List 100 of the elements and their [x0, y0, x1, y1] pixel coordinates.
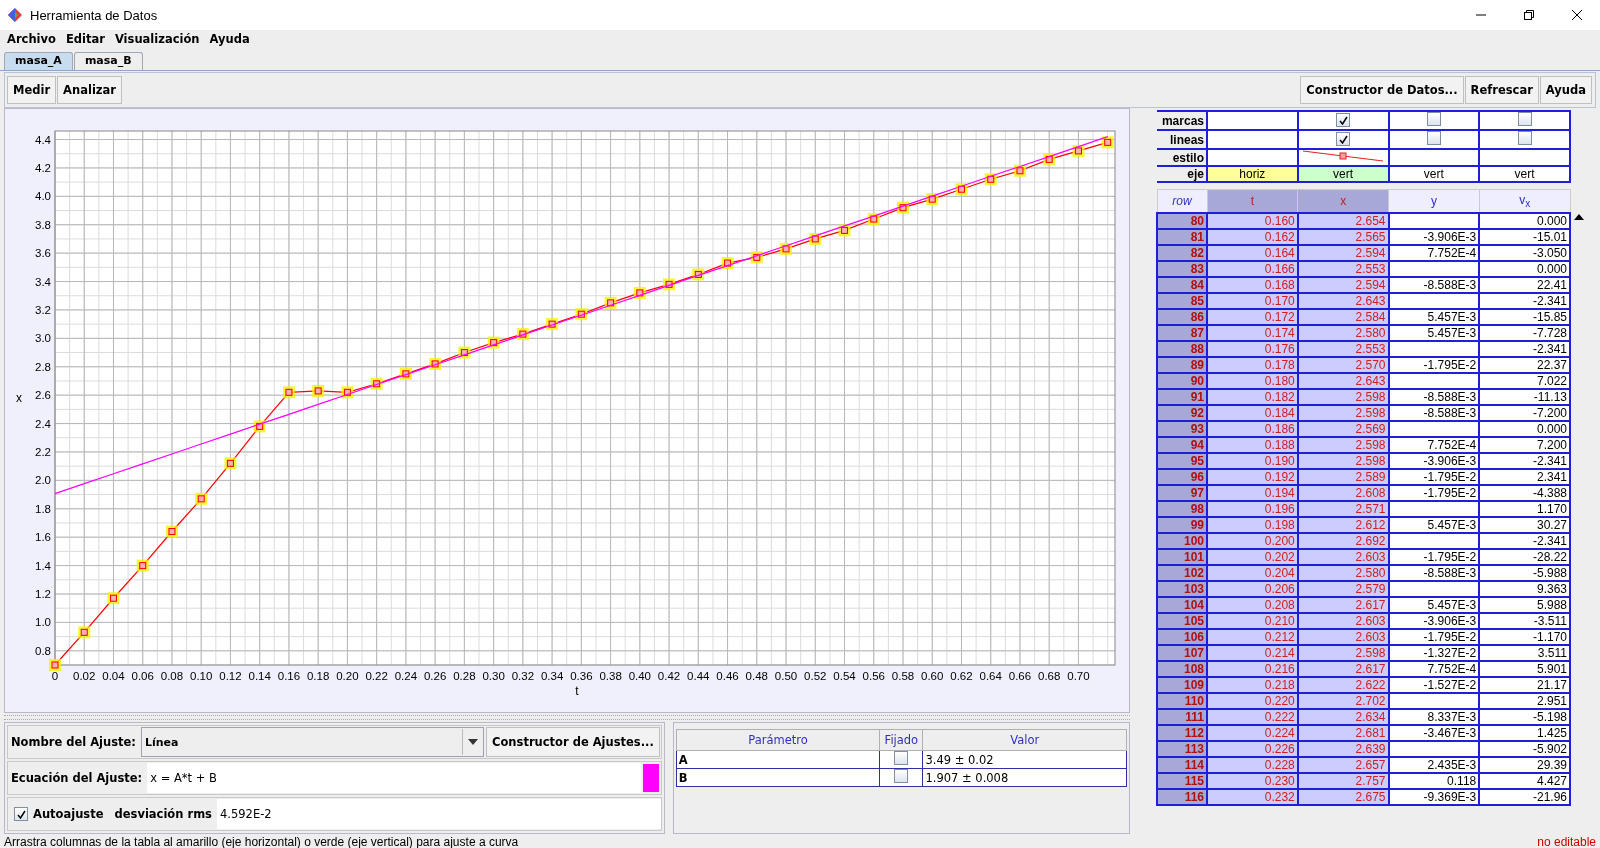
x-tick-label: 0.02: [73, 670, 96, 682]
data-point: [49, 659, 61, 671]
x-tick-label: 0.06: [131, 670, 154, 682]
x-tick-label: 0.36: [570, 670, 593, 682]
x-tick-label: 0.48: [745, 670, 768, 682]
x-tick-label: 0.24: [394, 670, 418, 682]
x-tick-label: 0.50: [774, 670, 798, 682]
x-tick-label: 0.18: [307, 670, 330, 682]
x-tick-label: 0.28: [453, 670, 476, 682]
y-tick-label: 3.8: [35, 218, 51, 231]
x-tick-label: 0.10: [190, 670, 213, 682]
line-style-icon[interactable]: [1303, 151, 1384, 162]
y-tick-label: 4.4: [35, 133, 51, 146]
x-tick-label: 0.38: [599, 670, 622, 682]
y-tick-label: 1.2: [35, 588, 51, 600]
fit-name-label: Nombre del Ajuste:: [10, 735, 137, 749]
x-tick-label: 0: [51, 670, 59, 682]
menu-item[interactable]: Ayuda: [204, 32, 255, 46]
app-icon: [8, 8, 22, 22]
dropdown-arrow-icon: [468, 739, 479, 745]
parameter-value[interactable]: 3.49 ± 0.02: [922, 750, 1127, 769]
menu-item[interactable]: Editar: [60, 32, 110, 46]
parameter-name: B: [676, 768, 880, 787]
parameter-value[interactable]: 1.907 ± 0.008: [922, 768, 1127, 787]
y-tick-label: 4.2: [35, 161, 51, 174]
menu-item[interactable]: Archivo: [2, 32, 61, 46]
toolbar-button[interactable]: Ayuda: [1539, 76, 1592, 104]
checkbox[interactable]: [1426, 113, 1441, 126]
checkbox[interactable]: [1336, 132, 1351, 147]
x-tick-label: 0.12: [219, 670, 242, 682]
fit-name-dropdown[interactable]: Línea: [140, 727, 485, 757]
data-point: [78, 626, 91, 639]
row-number: 80: [1157, 213, 1207, 229]
checkbox[interactable]: [1426, 132, 1441, 145]
x-tick-label: 0.16: [277, 670, 301, 682]
edit-mode-label: no editable: [1537, 835, 1596, 848]
data-point: [107, 592, 120, 605]
x-tick-label: 0.40: [628, 670, 651, 682]
y-tick-label: 1.6: [35, 531, 51, 544]
x-tick-label: 0.66: [1008, 670, 1032, 682]
y-axis-label: x: [16, 391, 22, 405]
y-tick-label: 3.0: [35, 332, 51, 345]
y-tick-label: 1.4: [35, 559, 51, 572]
y-tick-label: 2.2: [35, 445, 51, 458]
checkbox[interactable]: [894, 751, 909, 765]
x-tick-label: 0.26: [423, 670, 447, 682]
y-tick-label: 2.4: [35, 417, 51, 430]
y-tick-label: 2.0: [35, 474, 51, 487]
y-tick-label: 3.4: [35, 275, 51, 288]
y-tick-label: 1.8: [35, 502, 51, 515]
tab[interactable]: masa_A: [4, 52, 73, 70]
window-title: Herramienta de Datos: [30, 7, 159, 23]
column-header[interactable]: v$_{x}$: [1479, 189, 1570, 213]
table-cell: 0.160: [1207, 213, 1298, 229]
table-cell: 2.654: [1297, 213, 1389, 229]
x-tick-label: 0.68: [1038, 670, 1061, 682]
restore-icon: [1524, 10, 1534, 20]
y-tick-label: 0.8: [35, 644, 51, 657]
x-tick-label: 0.04: [102, 670, 125, 682]
checkbox[interactable]: [1517, 113, 1532, 126]
column-header[interactable]: Parámetro: [676, 729, 880, 751]
table-cell: 0.000: [1479, 213, 1570, 229]
x-tick-label: 0.62: [950, 670, 973, 682]
x-tick-label: 0.14: [248, 670, 271, 682]
checkbox[interactable]: [1517, 132, 1532, 145]
column-header[interactable]: y: [1388, 189, 1480, 213]
toolbar-button[interactable]: Refrescar: [1464, 76, 1539, 104]
toolbar-button[interactable]: Constructor de Datos...: [1300, 76, 1464, 104]
y-tick-label: 2.8: [35, 360, 51, 373]
x-tick-label: 0.42: [657, 670, 681, 682]
x-tick-label: 0.58: [891, 670, 915, 682]
x-tick-label: 0.22: [365, 670, 388, 682]
checkbox[interactable]: [894, 769, 909, 783]
column-header[interactable]: row: [1157, 189, 1207, 213]
x-tick-label: 0.46: [716, 670, 739, 682]
x-tick-label: 0.60: [921, 670, 944, 682]
column-header[interactable]: Fijado: [879, 729, 923, 751]
y-tick-label: 3.2: [35, 303, 51, 316]
x-tick-label: 0.56: [862, 670, 885, 682]
x-tick-label: 0.64: [979, 670, 1002, 682]
x-tick-label: 0.32: [511, 670, 535, 682]
tab[interactable]: masa_B: [73, 52, 143, 70]
close-icon: [1572, 10, 1582, 20]
menu-item[interactable]: Visualización: [109, 32, 205, 46]
x-axis-label: t: [575, 684, 579, 698]
x-tick-label: 0.30: [482, 670, 505, 682]
x-tick-label: 0.20: [336, 670, 359, 682]
toolbar-button[interactable]: Analizar: [57, 76, 122, 104]
x-tick-label: 0.54: [833, 670, 856, 682]
column-header[interactable]: Valor: [922, 729, 1127, 751]
checkbox[interactable]: [1336, 113, 1351, 128]
parameter-name: A: [676, 750, 880, 769]
data-point: [224, 457, 237, 470]
status-hint: Arrastra columnas de la tabla al amarillo (eje horizontal) o verde (eje vertical) para ajuste a curva: [4, 835, 519, 848]
y-tick-label: 4.0: [35, 190, 51, 203]
y-tick-label: 2.6: [35, 389, 51, 402]
y-tick-label: 3.6: [35, 247, 51, 260]
toolbar-button[interactable]: Medir: [7, 76, 57, 104]
x-tick-label: 0.08: [160, 670, 184, 682]
fit-builder-button[interactable]: Constructor de Ajustes...: [486, 727, 660, 757]
